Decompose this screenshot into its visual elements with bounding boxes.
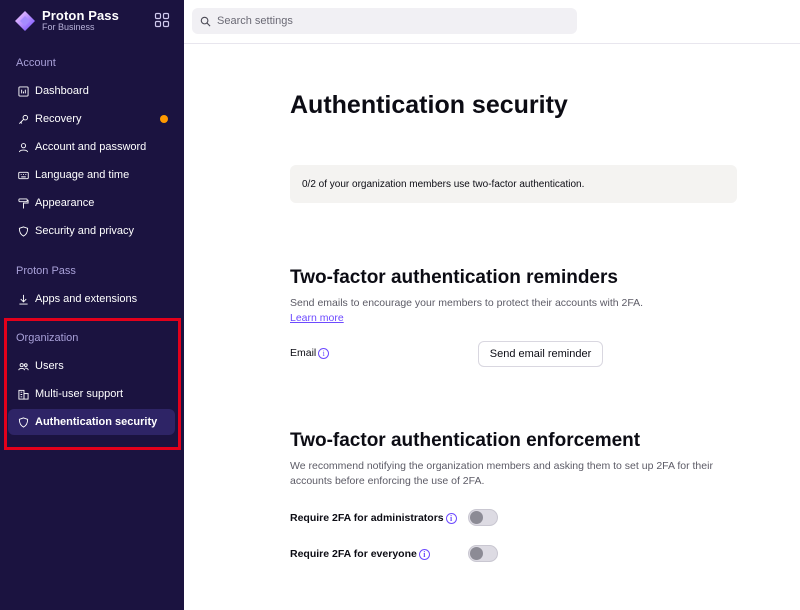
- shield-icon: [18, 225, 29, 237]
- sidebar-item-label: Language and time: [35, 169, 130, 181]
- key-icon: [19, 114, 29, 124]
- search-icon: [200, 16, 211, 26]
- sidebar: Proton Pass For Business Account Dashboa…: [0, 0, 184, 610]
- sidebar-item-dashboard[interactable]: Dashboard: [8, 78, 175, 104]
- sidebar-item-label: Dashboard: [35, 85, 89, 97]
- search-box[interactable]: [192, 8, 577, 34]
- require-2fa-everyone-label: Require 2FA for everyone i: [290, 548, 430, 560]
- main-content: Authentication security 0/2 of your orga…: [184, 44, 800, 610]
- sidebar-item-label: Recovery: [35, 113, 82, 125]
- sidebar-item-recovery[interactable]: Recovery: [8, 106, 175, 132]
- section-title-account: Account: [16, 57, 56, 69]
- sidebar-item-label: Apps and extensions: [35, 293, 138, 305]
- brand-name: Proton Pass: [42, 8, 119, 23]
- sidebar-item-account-and-password[interactable]: Account and password: [8, 134, 175, 160]
- two-factor-usage-info: 0/2 of your organization members use two…: [290, 165, 737, 203]
- sidebar-item-label: Appearance: [35, 197, 95, 209]
- require-2fa-everyone-toggle[interactable]: [468, 545, 498, 562]
- apps-grid-icon[interactable]: [154, 12, 170, 28]
- sidebar-item-label: Account and password: [35, 141, 147, 153]
- enforcement-heading: Two-factor authentication enforcement: [290, 430, 641, 451]
- brand-subtitle: For Business: [42, 22, 95, 32]
- sidebar-item-apps-and-extensions[interactable]: Apps and extensions: [8, 286, 175, 312]
- email-label-text: Email: [290, 347, 317, 359]
- info-icon[interactable]: i: [318, 347, 330, 359]
- require-2fa-admins-toggle[interactable]: [468, 509, 498, 526]
- sidebar-item-label: Security and privacy: [35, 225, 135, 237]
- dashboard-icon: [18, 85, 29, 97]
- require-2fa-everyone-text: Require 2FA for everyone: [290, 548, 417, 560]
- sidebar-item-security-and-privacy[interactable]: Security and privacy: [8, 218, 175, 244]
- highlight-box: [4, 318, 181, 450]
- keyboard-icon: [18, 171, 29, 179]
- info-icon[interactable]: i: [445, 512, 457, 524]
- sidebar-item-language-and-time[interactable]: Language and time: [8, 162, 175, 188]
- top-bar: [184, 0, 800, 44]
- section-title-proton-pass: Proton Pass: [16, 265, 76, 277]
- info-icon[interactable]: i: [418, 548, 430, 560]
- page-title: Authentication security: [290, 91, 568, 119]
- brand[interactable]: Proton Pass For Business: [14, 9, 119, 32]
- reminders-description: Send emails to encourage your members to…: [290, 297, 644, 309]
- user-icon: [18, 142, 29, 152]
- require-2fa-admins-text: Require 2FA for administrators: [290, 512, 444, 524]
- search-input[interactable]: [217, 15, 557, 27]
- warning-dot: [160, 115, 168, 123]
- proton-pass-logo-icon: [15, 10, 35, 31]
- enforcement-description: We recommend notifying the organization …: [290, 460, 713, 487]
- learn-more-link[interactable]: Learn more: [290, 312, 344, 324]
- send-email-reminder-button[interactable]: Send email reminder: [478, 341, 603, 367]
- sidebar-item-appearance[interactable]: Appearance: [8, 190, 175, 216]
- paint-roller-icon: [18, 197, 29, 209]
- download-icon: [19, 294, 28, 305]
- reminders-heading: Two-factor authentication reminders: [290, 267, 618, 288]
- email-label: Email i: [290, 347, 330, 359]
- require-2fa-admins-label: Require 2FA for administrators i: [290, 512, 457, 524]
